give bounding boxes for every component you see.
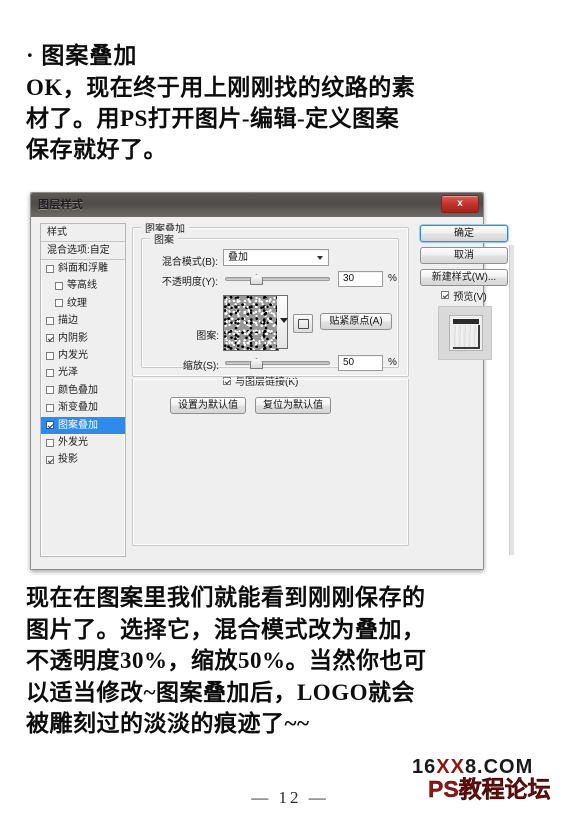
- layer-style-dialog: 图层样式 x 样式 混合选项:自定 斜面和浮雕等高线纹理描边内阴影内发光光泽颜色…: [30, 192, 514, 570]
- preview-checkbox-row[interactable]: 预览(V): [420, 288, 508, 303]
- blend-mode-select[interactable]: 叠加: [223, 249, 329, 266]
- style-list-item[interactable]: 内发光: [41, 347, 125, 364]
- preview-thumbnail-bar: [453, 319, 479, 324]
- page-root: · 图案叠加 OK，现在终于用上刚刚找的纹路的素 材了。用PS打开图片-编辑-定…: [0, 0, 580, 821]
- style-list-item-label: 投影: [58, 454, 78, 466]
- panel-lower-area: [132, 379, 409, 546]
- watermark-domain-mid: XX: [436, 756, 465, 778]
- styles-list: 斜面和浮雕等高线纹理描边内阴影内发光光泽颜色叠加渐变叠加图案叠加外发光投影: [41, 260, 125, 469]
- outro-line: 以适当修改~图案叠加后，LOGO就会: [26, 679, 415, 705]
- dialog-scrollbar[interactable]: [509, 245, 514, 555]
- pattern-texture: [224, 296, 278, 350]
- style-list-item-label: 内阴影: [58, 332, 88, 344]
- checkbox-icon[interactable]: [46, 351, 54, 360]
- outro-line: 现在在图案里我们就能看到刚刚保存的: [26, 585, 426, 610]
- style-list-item-label: 外发光: [58, 436, 88, 448]
- checkbox-icon[interactable]: [55, 282, 63, 291]
- style-list-item-label: 颜色叠加: [58, 384, 98, 396]
- style-list-item-label: 图案叠加: [58, 419, 98, 431]
- style-list-item[interactable]: 颜色叠加: [41, 382, 125, 399]
- style-list-item[interactable]: 纹理: [41, 295, 125, 312]
- style-list-item[interactable]: 图案叠加: [41, 416, 125, 434]
- ok-button[interactable]: 确定: [420, 225, 508, 242]
- dialog-title: 图层样式: [38, 199, 84, 211]
- new-pattern-icon[interactable]: [293, 314, 313, 333]
- checkbox-icon[interactable]: [441, 291, 450, 299]
- page-heading: · 图案叠加: [26, 43, 138, 68]
- preview-thumbnail-inner: [449, 315, 483, 351]
- preview-thumbnail-texture: [453, 325, 480, 349]
- outro-line: 被雕刻过的淡淡的痕迹了~~: [26, 711, 310, 736]
- styles-panel: 样式 混合选项:自定 斜面和浮雕等高线纹理描边内阴影内发光光泽颜色叠加渐变叠加图…: [40, 223, 126, 557]
- watermark-domain: 16XX8.COM: [412, 757, 572, 777]
- new-style-button[interactable]: 新建样式(W)...: [420, 269, 508, 286]
- style-list-item[interactable]: 描边: [41, 312, 125, 329]
- dialog-titlebar[interactable]: 图层样式 x: [31, 193, 483, 218]
- style-list-item[interactable]: 等高线: [41, 277, 125, 294]
- checkbox-icon[interactable]: [46, 386, 54, 395]
- style-list-item[interactable]: 光泽: [41, 364, 125, 381]
- blending-options-row[interactable]: 混合选项:自定: [41, 242, 125, 260]
- scale-label: 缩放(S):: [182, 361, 219, 372]
- pattern-group-title: 图案: [150, 231, 178, 246]
- chevron-down-icon: [317, 256, 323, 260]
- style-list-item[interactable]: 投影: [41, 451, 125, 468]
- styles-panel-header: 样式: [41, 224, 125, 242]
- opacity-unit: %: [388, 273, 397, 284]
- checkbox-icon[interactable]: [46, 438, 54, 447]
- outro-line: 图片了。选择它，混合模式改为叠加，: [26, 616, 426, 642]
- style-list-item-label: 内发光: [58, 349, 88, 361]
- scale-input[interactable]: 50: [338, 355, 383, 371]
- blend-mode-value: 叠加: [228, 252, 248, 263]
- intro-line: OK，现在终于用上刚刚找的纹路的素: [26, 75, 416, 100]
- intro-line: 材了。用PS打开图片-编辑-定义图案: [26, 106, 400, 131]
- intro-line: 保存就好了。: [26, 137, 167, 162]
- checkbox-icon[interactable]: [46, 316, 54, 325]
- style-list-item-label: 等高线: [67, 280, 97, 292]
- scale-unit: %: [388, 357, 397, 368]
- checkbox-icon[interactable]: [46, 403, 54, 412]
- snap-origin-button[interactable]: 贴紧原点(A): [320, 313, 392, 330]
- style-list-item-label: 纹理: [67, 297, 87, 309]
- checkbox-icon[interactable]: [46, 264, 54, 273]
- chevron-down-icon[interactable]: [280, 318, 288, 323]
- checkbox-icon[interactable]: [55, 299, 63, 308]
- style-list-item-label: 斜面和浮雕: [58, 263, 108, 274]
- style-list-item-label: 光泽: [58, 367, 78, 379]
- checkbox-icon[interactable]: [46, 334, 54, 343]
- page-number: — 12 —: [251, 788, 329, 807]
- checkbox-icon[interactable]: [46, 455, 54, 464]
- style-list-item[interactable]: 外发光: [41, 434, 125, 451]
- blend-mode-label: 混合模式(B):: [161, 257, 218, 268]
- scale-slider-track[interactable]: [225, 361, 330, 365]
- outro-line: 不透明度30%，缩放50%。当然你也可: [26, 648, 427, 673]
- style-list-item[interactable]: 渐变叠加: [41, 399, 125, 416]
- pattern-swatch[interactable]: [223, 295, 279, 351]
- opacity-input[interactable]: 30: [338, 271, 383, 287]
- dialog-body: 样式 混合选项:自定 斜面和浮雕 等高线 纹理 描边 内阴影 内发光 光泽 颜色叠加 渐变叠加图…: [31, 217, 514, 569]
- checkbox-icon[interactable]: [46, 369, 54, 378]
- style-list-item[interactable]: 斜面和浮雕: [41, 260, 125, 277]
- watermark-domain-prefix: 16: [412, 756, 437, 778]
- style-list-item-label: 描边: [58, 315, 78, 327]
- checkbox-icon[interactable]: [46, 421, 54, 430]
- opacity-slider-track[interactable]: [225, 277, 330, 281]
- style-list-item-label: 渐变叠加: [58, 402, 98, 414]
- preview-label: 预览(V): [453, 291, 487, 303]
- style-list-item[interactable]: 内阴影: [41, 330, 125, 347]
- opacity-label: 不透明度(Y):: [161, 277, 218, 288]
- outro-paragraph: 现在在图案里我们就能看到刚刚保存的 图片了。选择它，混合模式改为叠加， 不透明度…: [26, 582, 566, 740]
- watermark-domain-suffix: 8.COM: [464, 756, 534, 778]
- close-icon[interactable]: x: [441, 195, 479, 213]
- cancel-button[interactable]: 取消: [420, 247, 508, 264]
- intro-paragraph: OK，现在终于用上刚刚找的纹路的素 材了。用PS打开图片-编辑-定义图案 保存就…: [26, 72, 556, 165]
- preview-thumbnail: [438, 306, 492, 360]
- pattern-label: 图案:: [196, 331, 219, 342]
